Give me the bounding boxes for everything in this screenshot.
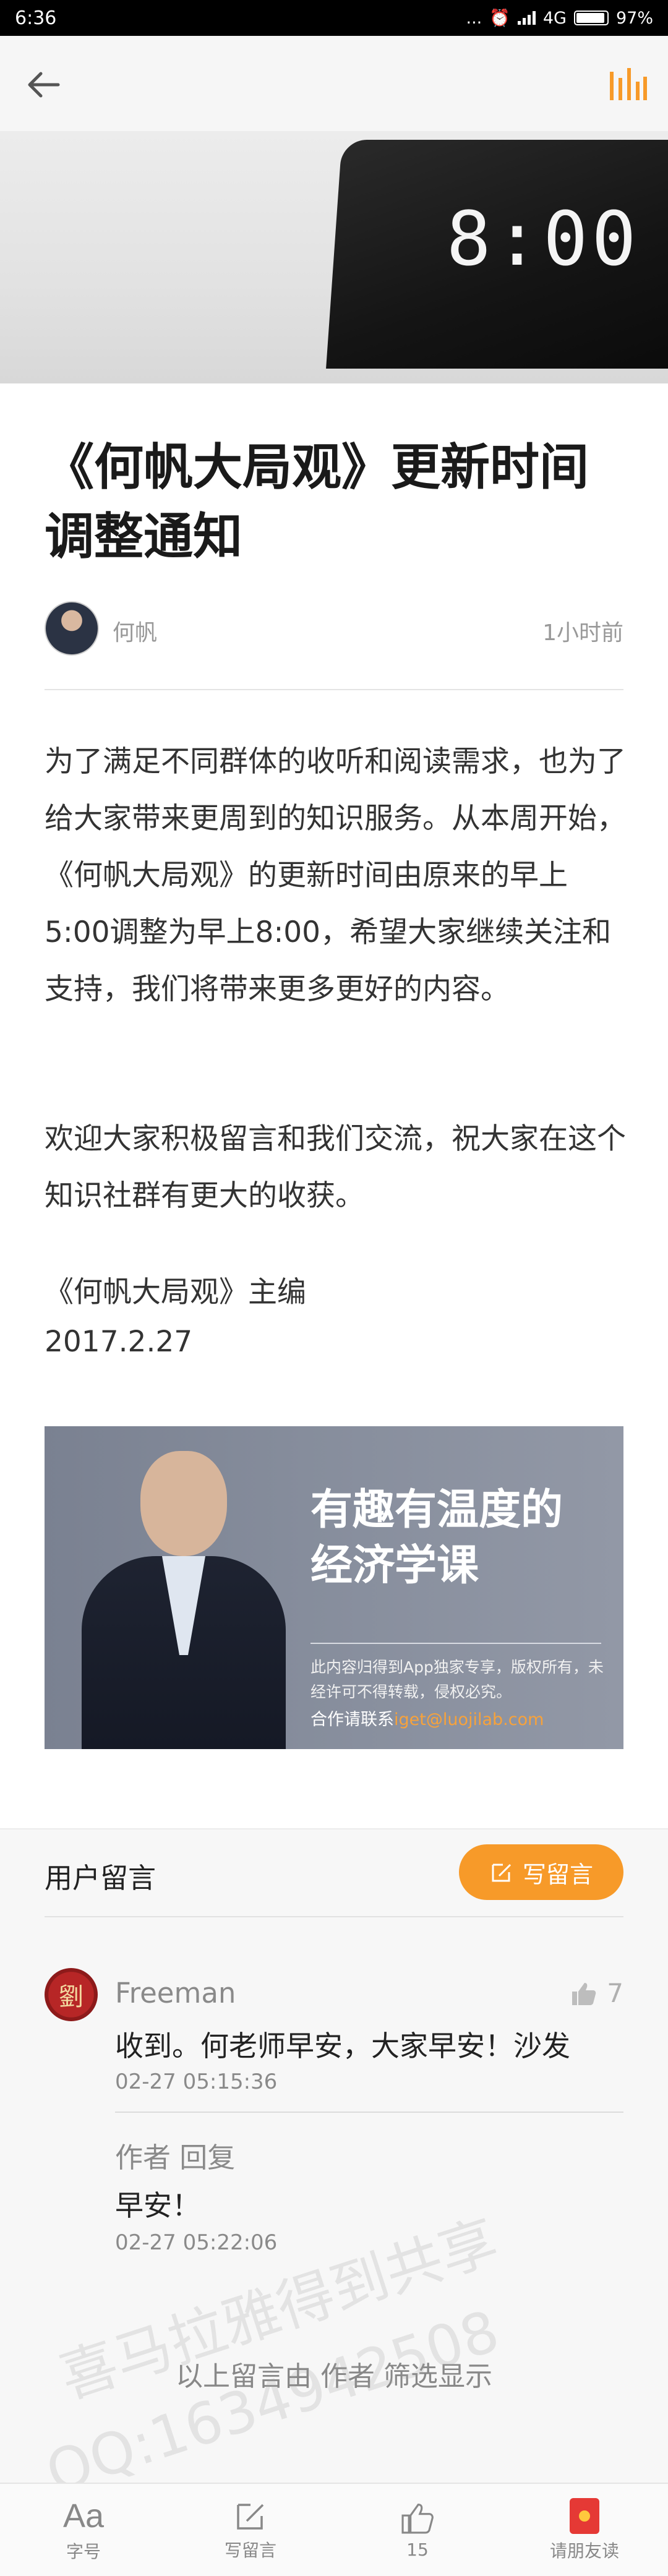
edit-icon — [492, 1864, 512, 1882]
author-avatar[interactable] — [45, 601, 99, 656]
contact-email: iget@luojilab.com — [394, 1710, 544, 1729]
post-time: 1小时前 — [542, 620, 623, 646]
comments-filter-note: 以上留言由 作者 筛选显示 — [176, 2361, 492, 2392]
contact-prefix: 合作请联系 — [310, 1710, 394, 1729]
comment-like-button[interactable]: 7 — [570, 1978, 623, 2008]
back-arrow-icon — [28, 72, 60, 98]
write-comment-tab[interactable]: 写留言 — [167, 2484, 334, 2576]
banner-headline: 有趣有温度的 经济学课 — [310, 1482, 563, 1593]
write-comment-label: 写留言 — [522, 1860, 593, 1888]
commenter-name: Freeman — [115, 1977, 236, 2009]
divider — [45, 1916, 623, 1917]
banner-portrait — [82, 1451, 286, 1749]
article-title: 《何帆大局观》更新时间调整通知 — [45, 439, 589, 565]
audio-player-button[interactable] — [605, 63, 649, 108]
clock-time: 8:00 — [446, 197, 640, 283]
banner-headline-line: 经济学课 — [310, 1541, 479, 1590]
divider — [45, 689, 623, 690]
like-count: 15 — [406, 2540, 429, 2560]
status-bar: 6:36 ... ⏰ 4G 97% — [0, 0, 668, 36]
signal-icon — [517, 11, 536, 25]
banner-divider — [310, 1643, 601, 1644]
article-signature: 《何帆大局观》主编 — [45, 1275, 306, 1309]
status-icons: ... ⏰ 4G 97% — [466, 8, 654, 28]
invite-friend-button[interactable]: 请朋友读 — [501, 2484, 668, 2576]
font-size-icon: Aa — [62, 2497, 105, 2535]
alarm-icon: ⏰ — [489, 9, 510, 28]
banner-headline-line: 有趣有温度的 — [310, 1485, 563, 1534]
font-size-label: 字号 — [66, 2541, 101, 2562]
network-type: 4G — [542, 8, 567, 28]
reply-author: 作者 回复 — [115, 2141, 236, 2174]
audio-bars-icon — [610, 68, 647, 100]
clock-illustration: 8:00 — [326, 140, 668, 369]
comments-header: 用户留言 — [45, 1862, 156, 1894]
font-size-button[interactable]: Aa 字号 — [0, 2484, 167, 2576]
article-page: 6:36 ... ⏰ 4G 97% 8:00 《何帆大局观》更新时间调整通知 何… — [0, 0, 668, 2576]
reply-time: 02-27 05:22:06 — [115, 2230, 278, 2255]
status-dots: ... — [466, 8, 482, 28]
comment-time: 02-27 05:15:36 — [115, 2069, 278, 2094]
article-paragraph: 欢迎大家积极留言和我们交流，祝大家在这个知识社群有更大的收获。 — [45, 1122, 626, 1213]
banner-copyright: 此内容归得到App独家专享，版权所有，未经许可不得转载，侵权必究。 — [310, 1658, 604, 1701]
author-row: 何帆 1小时前 — [45, 601, 623, 657]
divider — [115, 2112, 623, 2113]
banner-contact: 合作请联系iget@luojilab.com — [310, 1706, 544, 1730]
thumb-up-icon — [401, 2503, 434, 2534]
write-comment-button[interactable]: 写留言 — [459, 1844, 623, 1900]
hero-image: 8:00 — [0, 131, 668, 383]
commenter-avatar[interactable]: 劉 — [45, 1968, 98, 2021]
red-packet-icon — [570, 2497, 599, 2534]
status-time: 6:36 — [15, 7, 57, 29]
like-button[interactable]: 15 — [334, 2484, 501, 2576]
reply-text: 早安！ — [115, 2189, 200, 2222]
battery-percent: 97% — [615, 8, 653, 28]
edit-icon — [237, 2503, 264, 2530]
comment-text: 收到。何老师早安，大家早安！沙发 — [115, 2029, 570, 2063]
thumb-up-icon — [572, 1982, 596, 2005]
back-button[interactable] — [22, 63, 66, 106]
bottom-toolbar: Aa 字号 写留言 15 请朋友读 — [0, 2483, 668, 2576]
comment-like-count: 7 — [607, 1978, 623, 2008]
article-paragraph: 为了满足不同群体的收听和阅读需求，也为了给大家带来更周到的知识服务。从本周开始，… — [45, 745, 626, 1006]
write-comment-tab-label: 写留言 — [224, 2540, 276, 2561]
promo-banner[interactable]: 有趣有温度的 经济学课 此内容归得到App独家专享，版权所有，未经许可不得转载，… — [45, 1426, 623, 1749]
article-date: 2017.2.27 — [45, 1325, 193, 1359]
app-bar — [0, 36, 668, 131]
battery-icon — [573, 11, 609, 25]
invite-friend-label: 请朋友读 — [549, 2540, 619, 2561]
author-name[interactable]: 何帆 — [113, 615, 157, 647]
